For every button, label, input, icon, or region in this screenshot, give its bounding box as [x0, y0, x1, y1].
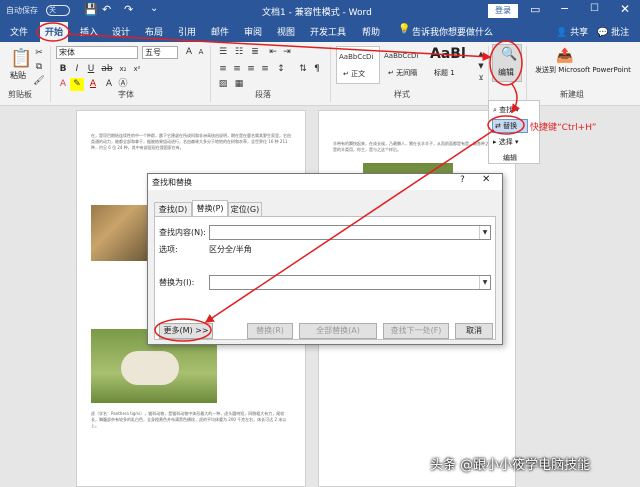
arrow-editing-to-replace [511, 83, 521, 114]
highlight-ellipse-more [154, 318, 212, 342]
highlight-ellipse-home-tab [36, 22, 70, 42]
arrow-replace-to-more [204, 129, 495, 323]
arrow-home-to-editing [67, 33, 492, 62]
annotation-overlay [36, 22, 525, 342]
highlight-ellipse-editing [489, 40, 523, 86]
